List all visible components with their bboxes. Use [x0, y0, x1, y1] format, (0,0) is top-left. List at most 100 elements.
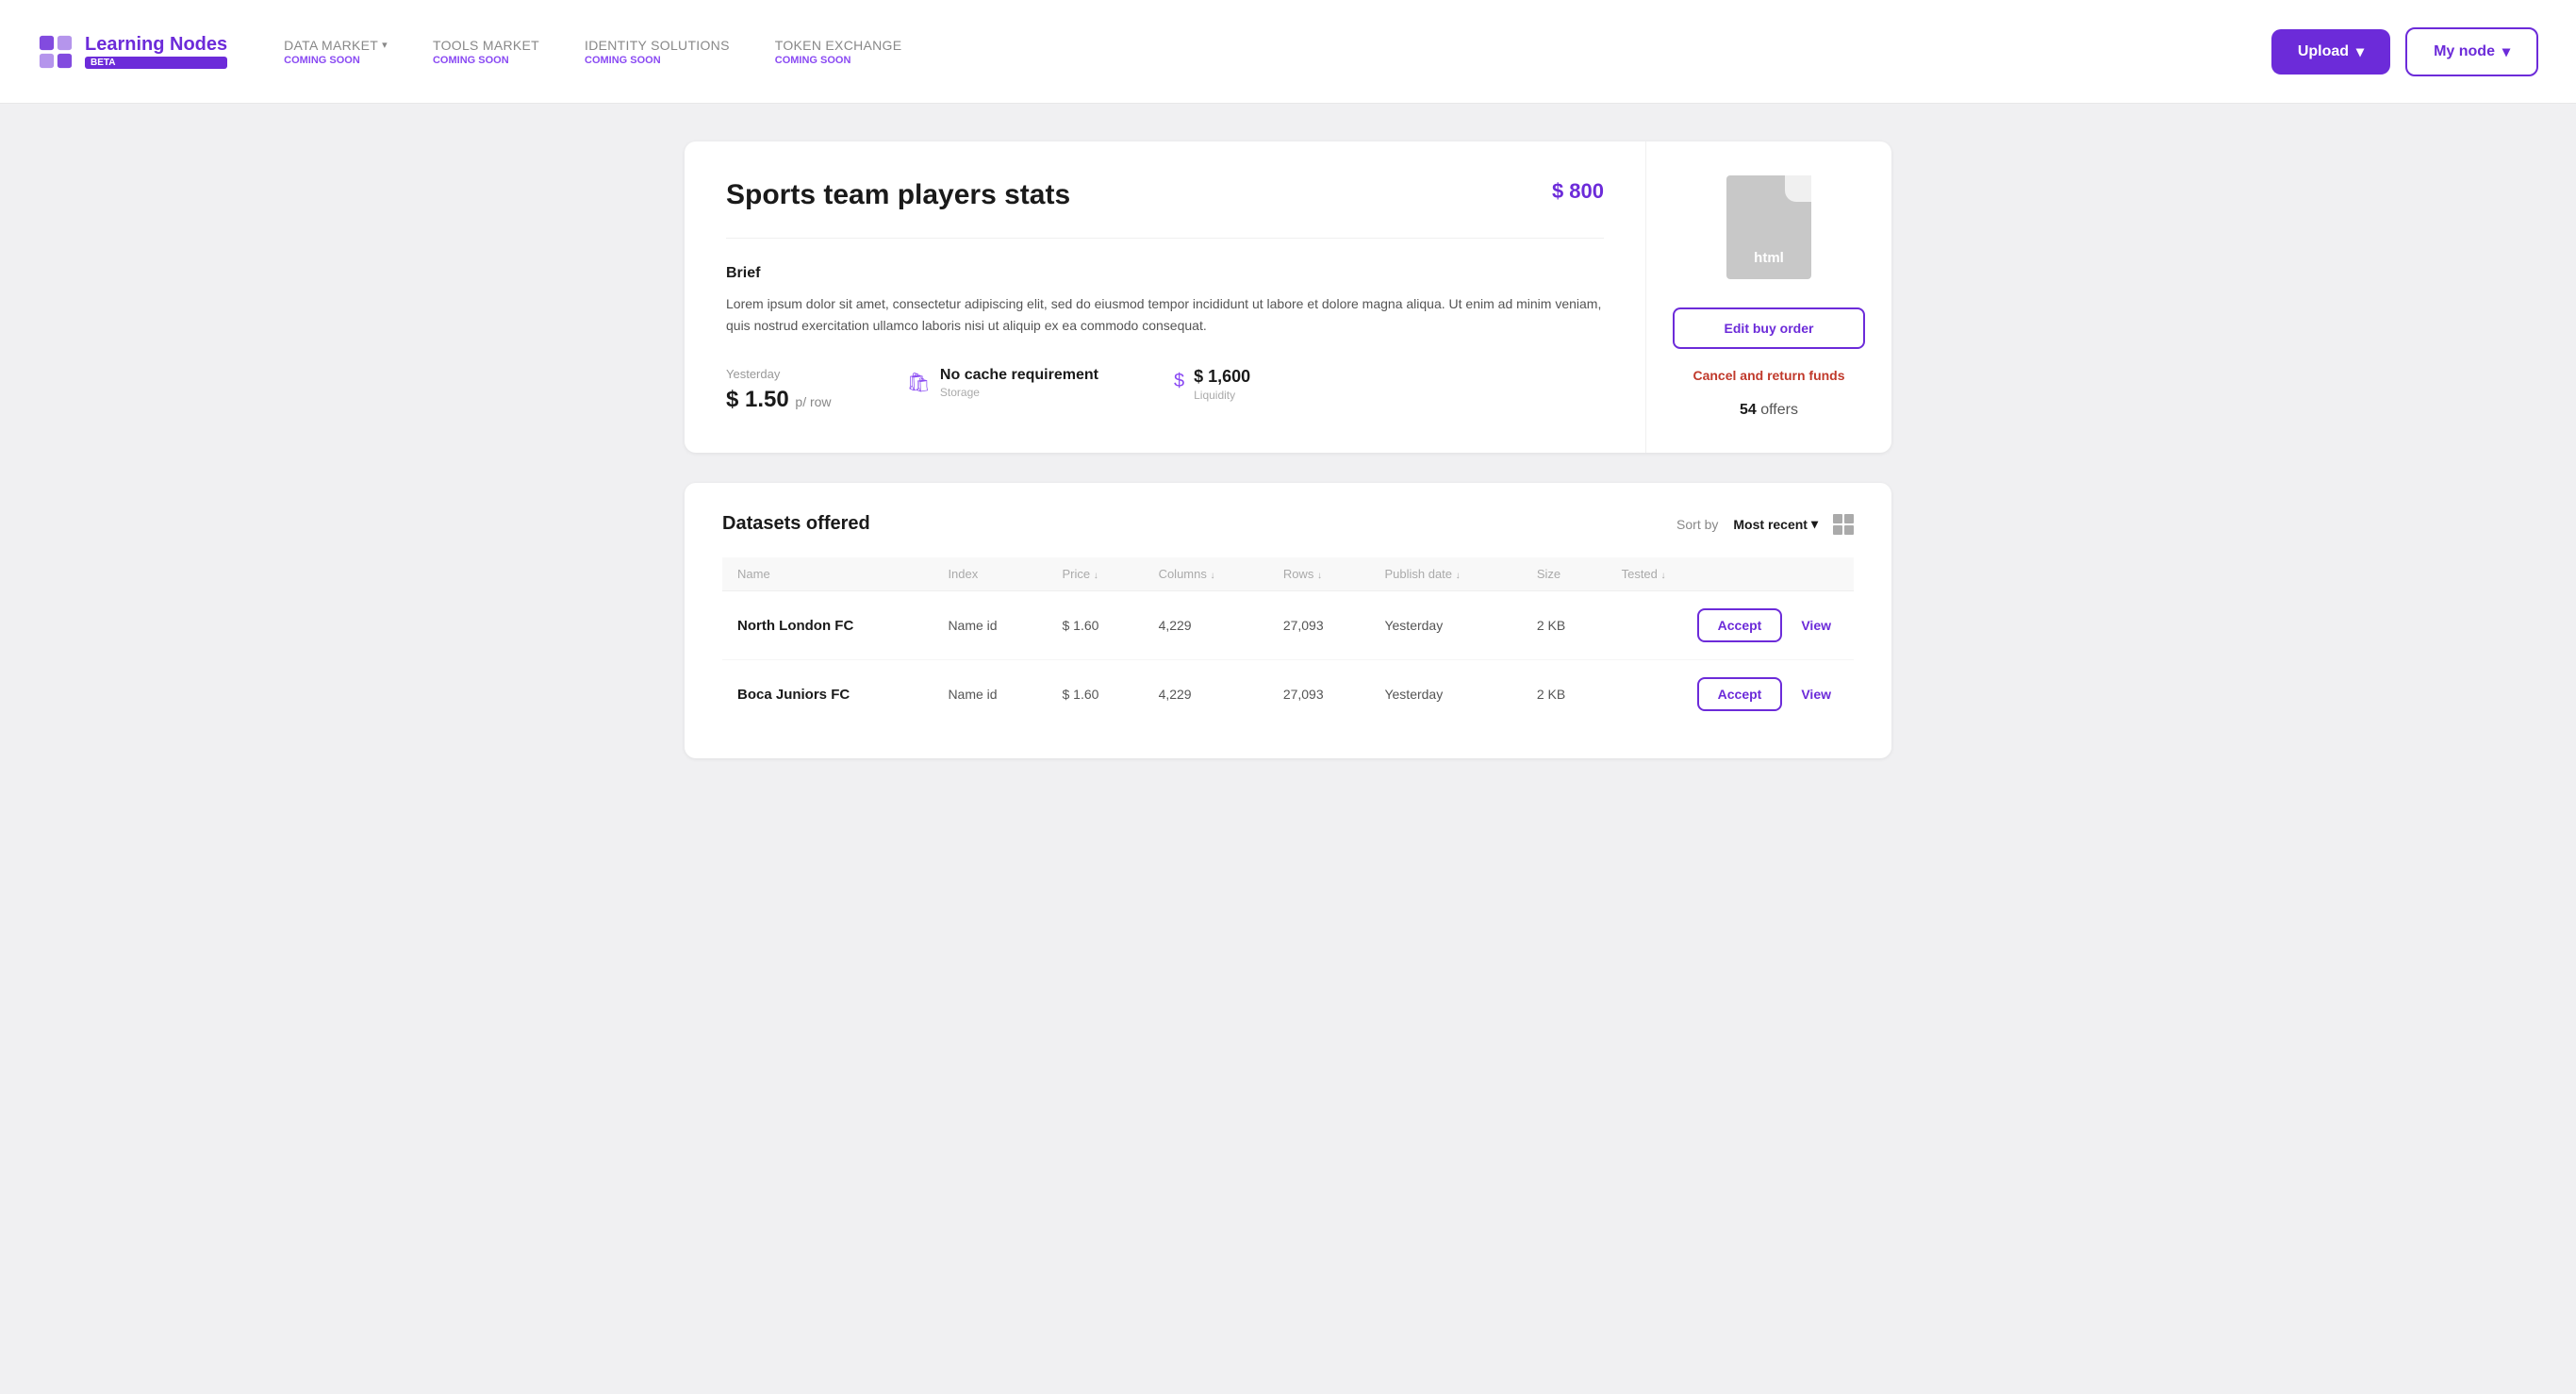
- chevron-down-icon: ▾: [2502, 42, 2510, 61]
- stat-liquidity-value: $ 1,600: [1194, 367, 1250, 387]
- col-header-rows[interactable]: Rows ↓: [1268, 557, 1370, 591]
- logo-text: Learning Nodes BETA: [85, 34, 227, 69]
- logo-icon: [38, 34, 74, 70]
- detail-card: Sports team players stats $ 800 Brief Lo…: [685, 141, 1891, 453]
- beta-badge: BETA: [85, 57, 227, 69]
- detail-right-panel: html Edit buy order Cancel and return fu…: [1646, 141, 1891, 453]
- chevron-down-icon: ▾: [1811, 516, 1818, 532]
- stat-liquidity-sub: Liquidity: [1194, 389, 1250, 402]
- edit-buy-order-button[interactable]: Edit buy order: [1673, 307, 1865, 349]
- stat-liquidity-info: $ 1,600 Liquidity: [1194, 367, 1250, 402]
- nav-label-token-exchange: TOKEN EXCHANGE: [775, 38, 902, 53]
- row-size-0: 2 KB: [1522, 591, 1607, 660]
- col-header-tested[interactable]: Tested ↓: [1607, 557, 1854, 591]
- col-header-name: Name: [722, 557, 933, 591]
- sort-icon: ↓: [1456, 571, 1461, 581]
- row-price-1: $ 1.60: [1048, 660, 1144, 729]
- logo: Learning Nodes BETA: [38, 34, 227, 70]
- stat-liquidity-block: $ $ 1,600 Liquidity: [1174, 367, 1250, 402]
- brief-section: Brief Lorem ipsum dolor sit amet, consec…: [726, 265, 1604, 337]
- action-cell-1: Accept View: [1622, 677, 1839, 711]
- sort-icon: ↓: [1661, 571, 1666, 581]
- storage-icon: 🛍: [907, 371, 931, 394]
- my-node-button[interactable]: My node ▾: [2405, 27, 2538, 76]
- nav-label-identity-solutions: IDENTITY SOLUTIONS: [585, 38, 730, 53]
- grid-view-toggle[interactable]: [1833, 514, 1854, 535]
- chevron-down-icon: ▾: [2356, 42, 2364, 61]
- row-index-0: Name id: [933, 591, 1047, 660]
- action-cell-0: Accept View: [1622, 608, 1839, 642]
- sort-icon: ↓: [1210, 571, 1214, 581]
- row-publish-date-1: Yesterday: [1369, 660, 1521, 729]
- row-name-0: North London FC: [722, 591, 933, 660]
- dollar-icon: $: [1174, 371, 1184, 392]
- sort-by-dropdown[interactable]: Most recent ▾: [1733, 516, 1818, 532]
- nav-label-data-market: DATA MARKET ▾: [284, 38, 388, 53]
- row-rows-1: 27,093: [1268, 660, 1370, 729]
- view-button-0[interactable]: View: [1793, 610, 1839, 640]
- file-type-label: html: [1754, 250, 1784, 266]
- row-name-1: Boca Juniors FC: [722, 660, 933, 729]
- stat-yesterday-label: Yesterday: [726, 367, 832, 381]
- stat-price-block: Yesterday $ 1.50 p/ row: [726, 367, 832, 413]
- row-actions-0: Accept View: [1607, 591, 1854, 660]
- file-icon: html: [1726, 175, 1811, 279]
- logo-title: Learning Nodes: [85, 34, 227, 55]
- col-header-columns[interactable]: Columns ↓: [1144, 557, 1268, 591]
- stat-storage-info: No cache requirement Storage: [940, 367, 1098, 399]
- cancel-return-funds-button[interactable]: Cancel and return funds: [1693, 368, 1844, 383]
- nav-item-identity-solutions[interactable]: IDENTITY SOLUTIONS COMING SOON: [585, 38, 730, 66]
- col-header-size: Size: [1522, 557, 1607, 591]
- row-columns-0: 4,229: [1144, 591, 1268, 660]
- row-rows-0: 27,093: [1268, 591, 1370, 660]
- accept-button-0[interactable]: Accept: [1697, 608, 1783, 642]
- stat-price-value: $ 1.50 p/ row: [726, 387, 832, 413]
- table-header: Name Index Price ↓ Columns ↓ Rows ↓: [722, 557, 1854, 591]
- datasets-controls: Sort by Most recent ▾: [1676, 514, 1854, 535]
- col-header-price[interactable]: Price ↓: [1048, 557, 1144, 591]
- stats-row: Yesterday $ 1.50 p/ row 🛍 No cache requi…: [726, 367, 1604, 413]
- col-header-publish-date[interactable]: Publish date ↓: [1369, 557, 1521, 591]
- row-index-1: Name id: [933, 660, 1047, 729]
- accept-button-1[interactable]: Accept: [1697, 677, 1783, 711]
- sort-icon: ↓: [1094, 571, 1098, 581]
- view-button-1[interactable]: View: [1793, 679, 1839, 709]
- nav-item-tools-market[interactable]: TOOLS MARKET COMING SOON: [433, 38, 539, 66]
- nav-item-data-market[interactable]: DATA MARKET ▾ COMING SOON: [284, 38, 388, 66]
- brief-text: Lorem ipsum dolor sit amet, consectetur …: [726, 293, 1604, 337]
- nav-sub-tools-market: COMING SOON: [433, 55, 539, 66]
- table-row: North London FC Name id $ 1.60 4,229 27,…: [722, 591, 1854, 660]
- datasets-table: Name Index Price ↓ Columns ↓ Rows ↓: [722, 557, 1854, 728]
- file-icon-body: html: [1726, 175, 1811, 279]
- table-body: North London FC Name id $ 1.60 4,229 27,…: [722, 591, 1854, 729]
- nav-item-token-exchange[interactable]: TOKEN EXCHANGE COMING SOON: [775, 38, 902, 66]
- row-actions-1: Accept View: [1607, 660, 1854, 729]
- detail-title: Sports team players stats: [726, 179, 1070, 211]
- datasets-header: Datasets offered Sort by Most recent ▾: [722, 513, 1854, 535]
- nav-sub-data-market: COMING SOON: [284, 55, 388, 66]
- main-content: Sports team players stats $ 800 Brief Lo…: [628, 104, 1948, 796]
- stat-storage-block: 🛍 No cache requirement Storage: [907, 367, 1098, 399]
- col-header-index: Index: [933, 557, 1047, 591]
- offers-count-display: 54 offers: [1740, 402, 1798, 419]
- row-price-0: $ 1.60: [1048, 591, 1144, 660]
- detail-price: $ 800: [1552, 179, 1604, 204]
- brief-label: Brief: [726, 265, 1604, 282]
- datasets-section: Datasets offered Sort by Most recent ▾ N…: [685, 483, 1891, 758]
- detail-title-row: Sports team players stats $ 800: [726, 179, 1604, 239]
- main-header: Learning Nodes BETA DATA MARKET ▾ COMING…: [0, 0, 2576, 104]
- detail-left-panel: Sports team players stats $ 800 Brief Lo…: [685, 141, 1646, 453]
- row-publish-date-0: Yesterday: [1369, 591, 1521, 660]
- chevron-down-icon: ▾: [382, 39, 388, 51]
- header-actions: Upload ▾ My node ▾: [2271, 27, 2538, 76]
- nav-label-tools-market: TOOLS MARKET: [433, 38, 539, 53]
- stat-storage-sub: Storage: [940, 386, 1098, 399]
- stat-price-unit: p/ row: [795, 394, 831, 409]
- nav-sub-token-exchange: COMING SOON: [775, 55, 902, 66]
- row-columns-1: 4,229: [1144, 660, 1268, 729]
- nav-sub-identity-solutions: COMING SOON: [585, 55, 730, 66]
- table-header-row: Name Index Price ↓ Columns ↓ Rows ↓: [722, 557, 1854, 591]
- main-nav: DATA MARKET ▾ COMING SOON TOOLS MARKET C…: [284, 38, 2215, 66]
- upload-button[interactable]: Upload ▾: [2271, 29, 2390, 75]
- sort-by-label: Sort by: [1676, 517, 1718, 532]
